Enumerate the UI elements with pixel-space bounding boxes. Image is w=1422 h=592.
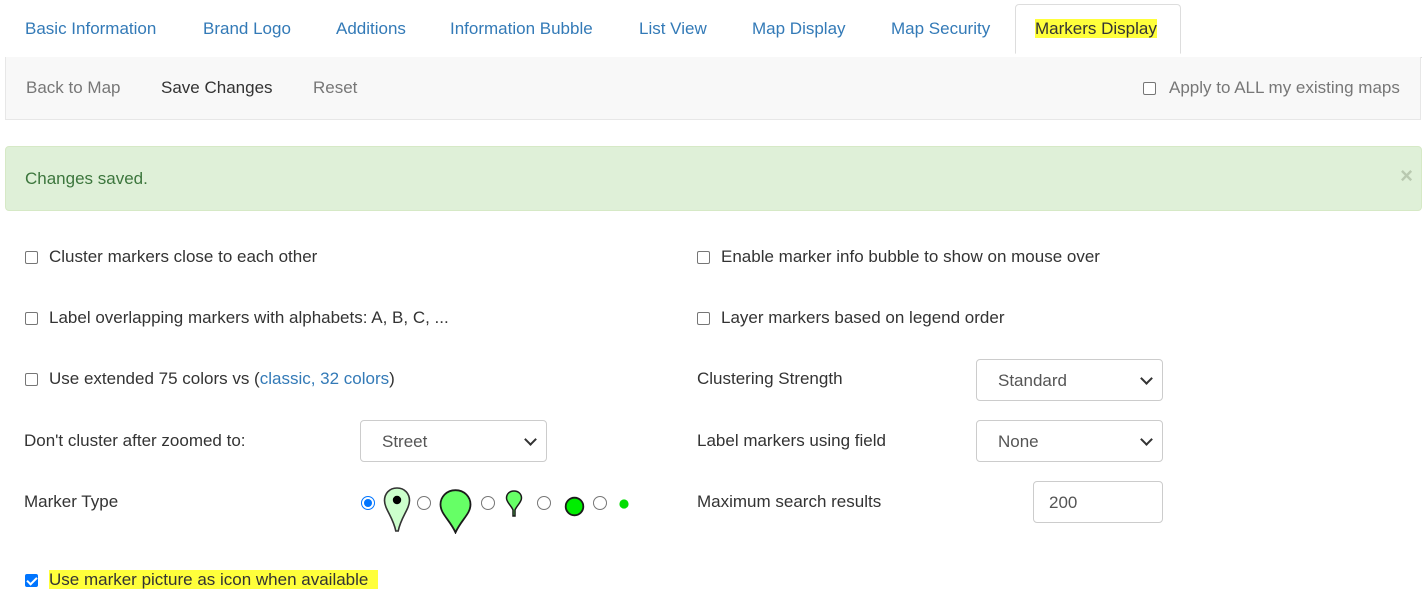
- extended-colors-label: Use extended 75 colors vs (classic, 32 c…: [49, 368, 395, 390]
- marker-type-radio-4[interactable]: [537, 496, 551, 510]
- layer-markers-label: Layer markers based on legend order: [721, 308, 1005, 327]
- label-markers-field-value: None: [998, 432, 1039, 451]
- dont-cluster-zoom-select[interactable]: Street: [360, 420, 547, 462]
- tab-information-bubble[interactable]: Information Bubble: [450, 18, 593, 40]
- small-green-dot-icon: [619, 499, 629, 509]
- clustering-strength-value: Standard: [998, 371, 1067, 390]
- close-icon[interactable]: ×: [1400, 164, 1413, 188]
- marker-type-radio-5[interactable]: [593, 496, 607, 510]
- use-marker-picture-checkbox[interactable]: [25, 574, 38, 587]
- label-markers-field-select[interactable]: None: [976, 420, 1163, 462]
- success-alert: Changes saved. ×: [5, 146, 1422, 211]
- reset-button[interactable]: Reset: [313, 77, 357, 99]
- use-marker-picture-label: Use marker picture as icon when availabl…: [49, 569, 388, 591]
- tab-markers-display[interactable]: Markers Display: [1015, 4, 1181, 54]
- alert-message: Changes saved.: [25, 169, 148, 188]
- marker-type-radio-2[interactable]: [417, 496, 431, 510]
- chevron-down-icon: [1140, 433, 1153, 446]
- max-search-results-label: Maximum search results: [697, 492, 882, 511]
- dont-cluster-zoom-value: Street: [382, 432, 428, 451]
- green-circle-icon: [564, 496, 585, 517]
- marker-type-label: Marker Type: [24, 492, 119, 511]
- cluster-markers-label: Cluster markers close to each other: [49, 247, 318, 266]
- max-search-results-input[interactable]: 200: [1033, 481, 1163, 523]
- clustering-strength-select[interactable]: Standard: [976, 359, 1163, 401]
- tab-basic-information[interactable]: Basic Information: [25, 18, 156, 40]
- max-search-results-value: 200: [1049, 493, 1078, 512]
- info-bubble-mouseover-label: Enable marker info bubble to show on mou…: [721, 247, 1100, 266]
- chevron-down-icon: [524, 433, 537, 446]
- save-changes-button[interactable]: Save Changes: [161, 77, 273, 99]
- label-markers-field-label: Label markers using field: [697, 431, 886, 450]
- dont-cluster-label: Don't cluster after zoomed to:: [24, 431, 246, 450]
- cluster-markers-checkbox[interactable]: [25, 251, 38, 264]
- tab-bar: Basic Information Brand Logo Additions I…: [5, 0, 1422, 58]
- extended-colors-prefix: Use extended 75 colors vs (: [49, 369, 260, 388]
- marker-type-radio-1[interactable]: [361, 496, 375, 510]
- back-to-map-button[interactable]: Back to Map: [26, 77, 121, 99]
- tab-additions[interactable]: Additions: [336, 18, 406, 40]
- label-overlapping-checkbox[interactable]: [25, 312, 38, 325]
- clustering-strength-label: Clustering Strength: [697, 369, 843, 388]
- layer-markers-checkbox[interactable]: [697, 312, 710, 325]
- large-green-pin-icon: [439, 489, 472, 534]
- extended-colors-checkbox[interactable]: [25, 373, 38, 386]
- green-pin-dot-icon: [383, 487, 411, 532]
- extended-colors-suffix: ): [389, 369, 395, 388]
- apply-all-maps-label: Apply to ALL my existing maps: [1169, 78, 1400, 97]
- apply-all-maps-checkbox[interactable]: [1143, 82, 1156, 95]
- chevron-down-icon: [1140, 372, 1153, 385]
- info-bubble-mouseover-checkbox[interactable]: [697, 251, 710, 264]
- classic-colors-link[interactable]: classic, 32 colors: [260, 369, 389, 388]
- marker-type-radio-3[interactable]: [481, 496, 495, 510]
- small-green-pin-icon: [505, 490, 523, 517]
- use-marker-picture-text: Use marker picture as icon when availabl…: [49, 570, 379, 589]
- tab-brand-logo[interactable]: Brand Logo: [203, 18, 291, 40]
- tab-map-security[interactable]: Map Security: [891, 18, 990, 40]
- tab-map-display[interactable]: Map Display: [752, 18, 846, 40]
- tab-markers-display-label: Markers Display: [1035, 19, 1157, 38]
- tab-list-view[interactable]: List View: [639, 18, 707, 40]
- label-overlapping-label: Label overlapping markers with alphabets…: [49, 308, 449, 327]
- toolbar: Back to Map Save Changes Reset Apply to …: [5, 57, 1421, 120]
